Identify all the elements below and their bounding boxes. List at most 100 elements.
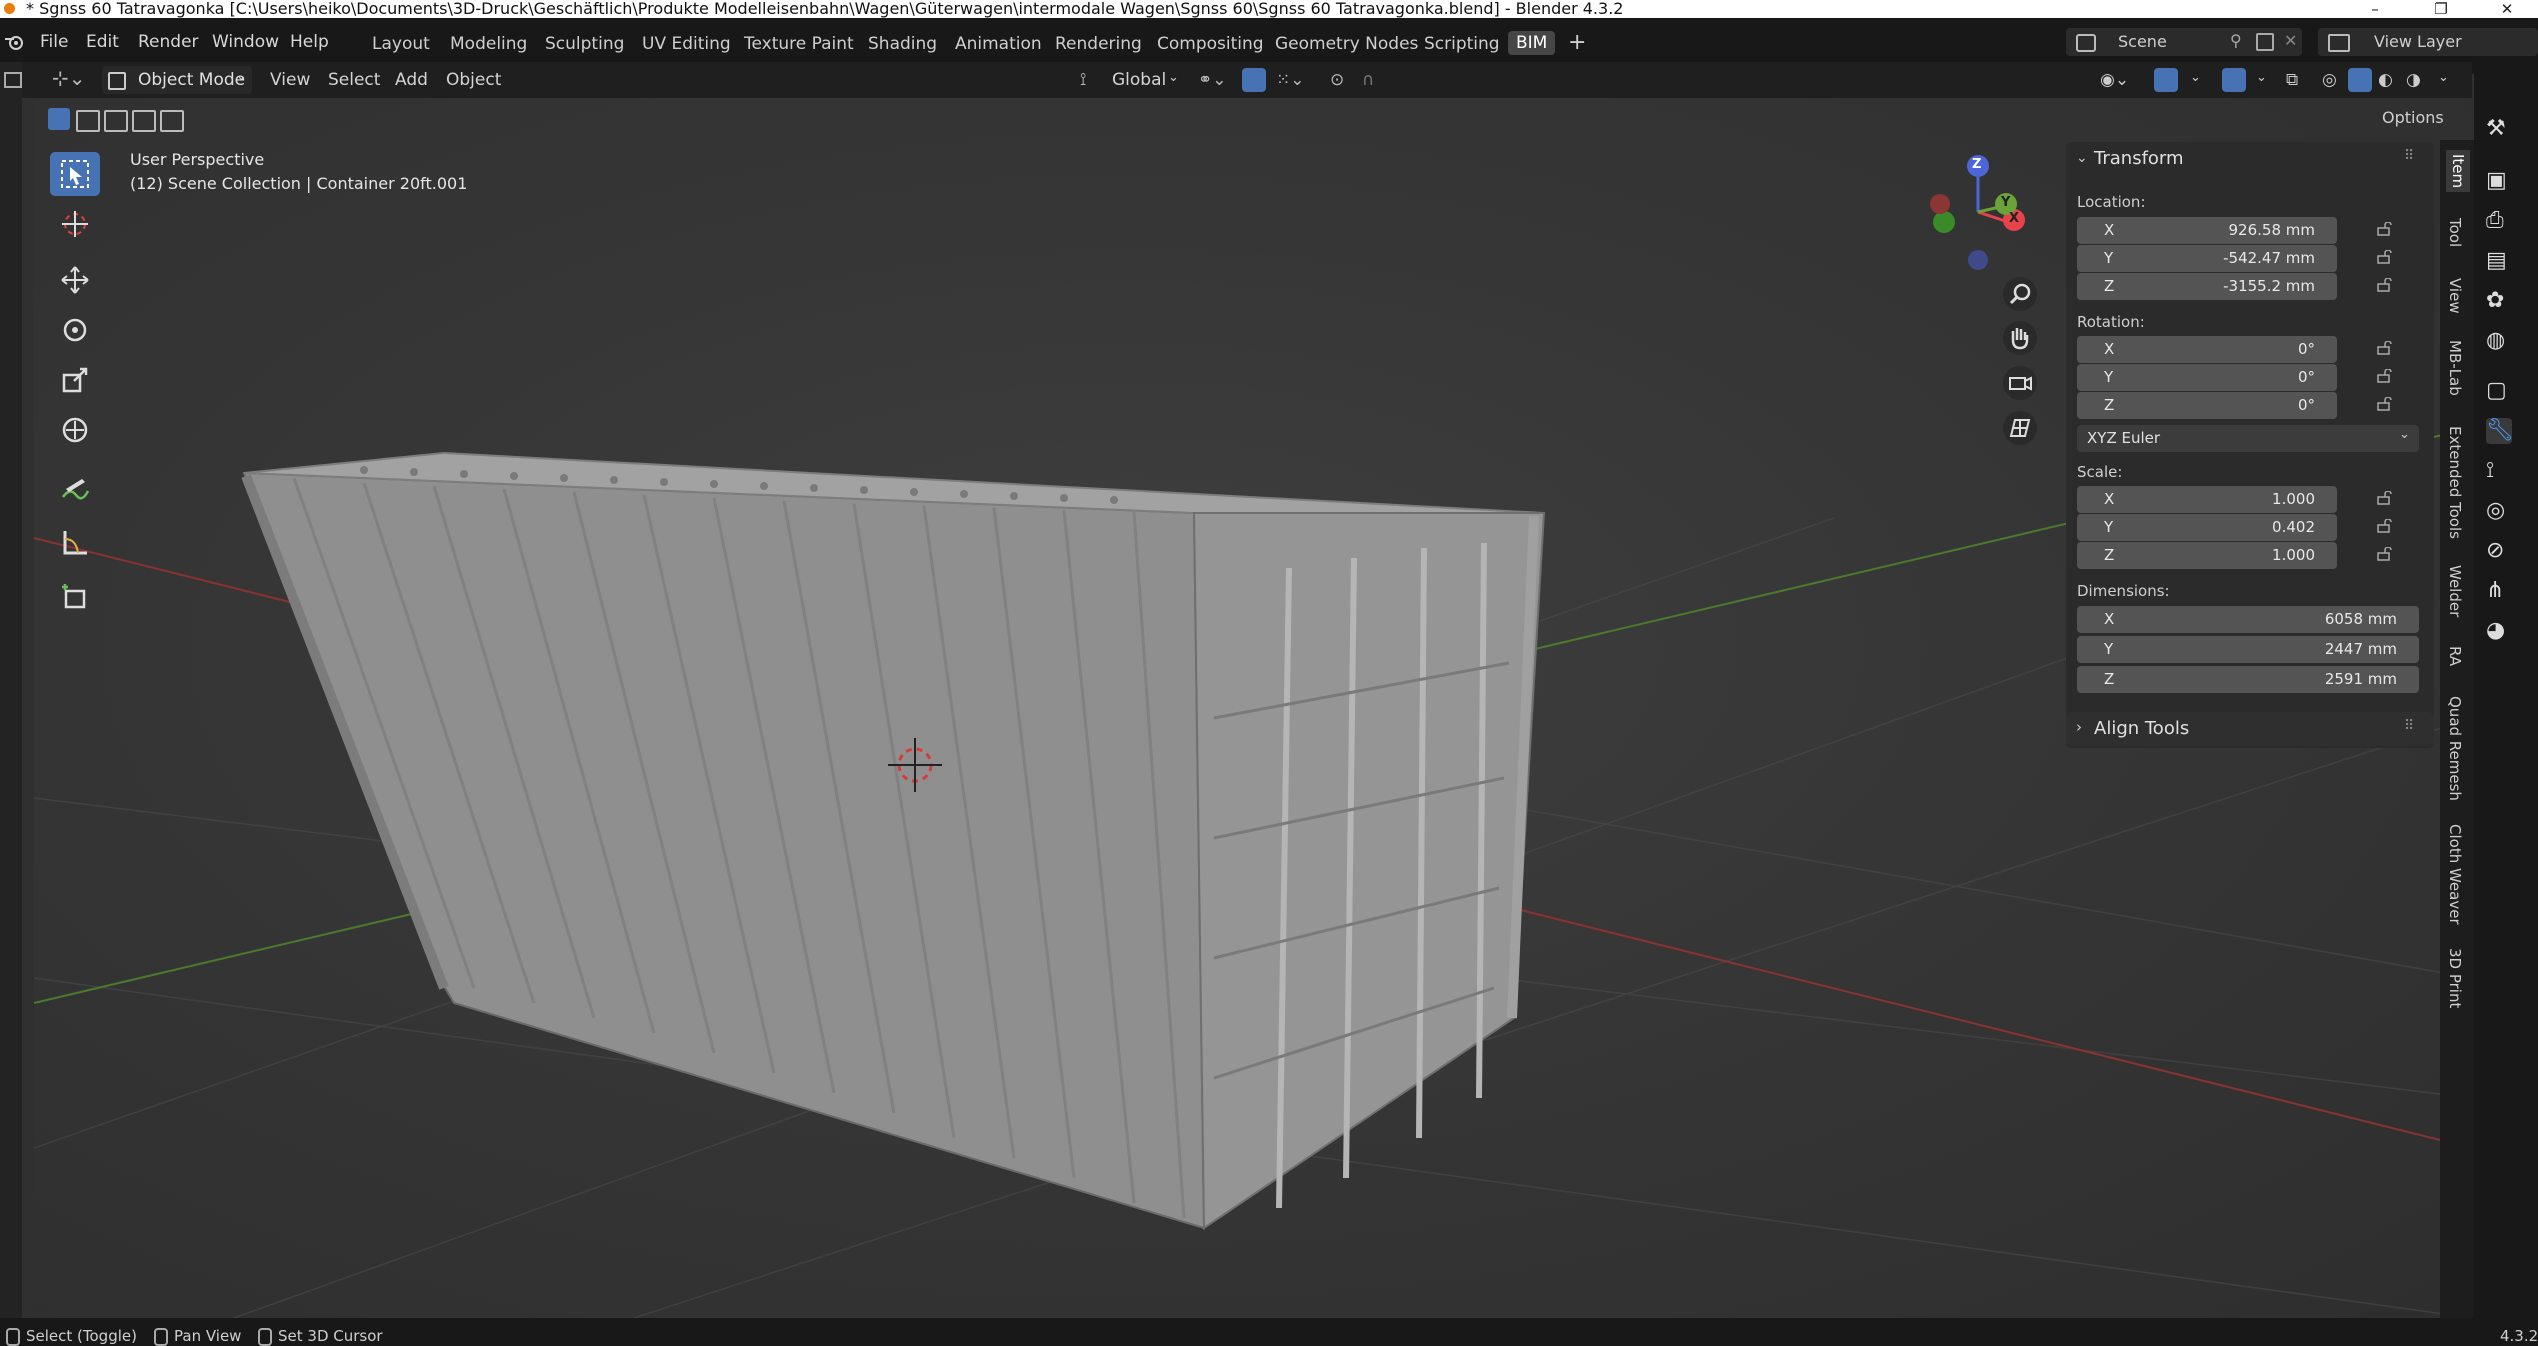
scale-z-field[interactable]: Z 1.000: [2077, 542, 2337, 569]
data-properties-icon[interactable]: ⋔: [2486, 578, 2512, 604]
rendered-shading-icon[interactable]: ◑: [2406, 70, 2421, 90]
move-tool[interactable]: [50, 258, 100, 302]
tab-3d-print[interactable]: 3D Print: [2446, 948, 2464, 1008]
snap-icon[interactable]: [1242, 68, 1266, 92]
lock-icon[interactable]: [2376, 547, 2394, 561]
menu-select[interactable]: Select: [328, 70, 380, 90]
object-properties-icon[interactable]: ▢: [2486, 378, 2512, 404]
add-workspace-button[interactable]: +: [1568, 30, 1586, 55]
select-invert-icon[interactable]: [132, 110, 156, 132]
ortho-toggle-button[interactable]: [2000, 408, 2040, 448]
lock-icon[interactable]: [2376, 397, 2394, 411]
minimize-button[interactable]: –: [2352, 0, 2398, 18]
material-shading-icon[interactable]: ◐: [2378, 70, 2393, 90]
material-properties-icon[interactable]: ◕: [2486, 618, 2512, 644]
transform-panel-title[interactable]: Transform: [2094, 148, 2184, 169]
transform-tool[interactable]: [50, 408, 100, 452]
tab-modeling[interactable]: Modeling: [450, 34, 527, 54]
lock-icon[interactable]: [2376, 519, 2394, 533]
lock-icon[interactable]: [2376, 341, 2394, 355]
lock-icon[interactable]: [2376, 250, 2394, 264]
add-cube-tool[interactable]: [50, 574, 100, 618]
scene-properties-icon[interactable]: ✿: [2486, 288, 2512, 314]
tab-layout[interactable]: Layout: [372, 34, 430, 54]
menu-edit[interactable]: Edit: [86, 32, 119, 52]
tab-ra[interactable]: RA: [2446, 646, 2464, 666]
proportional-edit-icon[interactable]: ⊙: [1330, 70, 1344, 90]
dimensions-y-field[interactable]: Y 2447 mm: [2077, 636, 2419, 663]
measure-tool[interactable]: [50, 520, 100, 564]
constraints-properties-icon[interactable]: ⊘: [2486, 538, 2512, 564]
xray-icon[interactable]: ⧉: [2286, 70, 2298, 90]
location-x-field[interactable]: X 926.58 mm: [2077, 217, 2337, 244]
menu-object[interactable]: Object: [446, 70, 501, 90]
select-extend-icon[interactable]: [76, 110, 100, 132]
tab-compositing[interactable]: Compositing: [1157, 34, 1264, 54]
view-layer-properties-icon[interactable]: ▤: [2486, 248, 2512, 274]
particles-properties-icon[interactable]: ⟟: [2486, 458, 2512, 484]
new-scene-icon[interactable]: [2256, 33, 2274, 51]
overlay-toggle-icon[interactable]: [2222, 68, 2246, 92]
falloff-icon[interactable]: ∩: [1362, 70, 1374, 90]
menu-add[interactable]: Add: [395, 70, 428, 90]
select-box-tool[interactable]: [50, 152, 100, 196]
align-tools-panel[interactable]: › Align Tools ⠿: [2066, 712, 2434, 746]
tab-tool[interactable]: Tool: [2446, 218, 2464, 247]
scale-x-field[interactable]: X 1.000: [2077, 486, 2337, 513]
chevron-down-icon[interactable]: ⌄: [2438, 70, 2449, 85]
tab-extended-tools[interactable]: Extended Tools: [2446, 426, 2464, 539]
modifier-properties-icon[interactable]: 🔧︎: [2486, 418, 2514, 444]
physics-properties-icon[interactable]: ◎: [2486, 498, 2512, 524]
tab-view[interactable]: View: [2446, 278, 2464, 314]
tab-scripting[interactable]: Scripting: [1424, 34, 1500, 54]
select-subtract-icon[interactable]: [104, 110, 128, 132]
pan-button[interactable]: [2000, 318, 2040, 358]
options-button[interactable]: Options: [2382, 108, 2444, 127]
pivot-icon[interactable]: ⚭⌄: [1198, 70, 1227, 90]
render-properties-icon[interactable]: ▣: [2486, 168, 2512, 194]
drag-handle-icon[interactable]: ⠿: [2404, 718, 2414, 734]
tab-sculpting[interactable]: Sculpting: [545, 34, 624, 54]
chevron-down-icon[interactable]: ⌄: [2190, 70, 2201, 85]
snap-target-icon[interactable]: ⁙⌄: [1276, 70, 1305, 90]
tab-animation[interactable]: Animation: [955, 34, 1042, 54]
lock-icon[interactable]: [2376, 278, 2394, 292]
tab-welder[interactable]: Welder: [2446, 565, 2464, 617]
tab-cloth-weaver[interactable]: Cloth Weaver: [2446, 824, 2464, 925]
drag-handle-icon[interactable]: ⠿: [2404, 148, 2414, 164]
rotation-x-field[interactable]: X 0°: [2077, 336, 2337, 363]
orientation-selector[interactable]: Global: [1112, 70, 1166, 90]
tool-properties-icon[interactable]: ⚒: [2486, 116, 2512, 142]
rotation-mode-select[interactable]: XYZ Euler ⌄: [2077, 425, 2419, 452]
cursor-tool[interactable]: [50, 202, 100, 246]
lock-icon[interactable]: [2376, 222, 2394, 236]
pin-icon[interactable]: ⚲: [2230, 31, 2242, 50]
scale-y-field[interactable]: Y 0.402: [2077, 514, 2337, 541]
editor-type-button[interactable]: ⊹⌄: [52, 66, 86, 90]
tab-rendering[interactable]: Rendering: [1055, 34, 1142, 54]
rotation-y-field[interactable]: Y 0°: [2077, 364, 2337, 391]
remove-scene-icon[interactable]: ✕: [2284, 31, 2297, 50]
lock-icon[interactable]: [2376, 369, 2394, 383]
dimensions-x-field[interactable]: X 6058 mm: [2077, 606, 2419, 633]
location-y-field[interactable]: Y -542.47 mm: [2077, 245, 2337, 272]
tab-bim[interactable]: BIM: [1508, 31, 1556, 55]
wireframe-shading-icon[interactable]: ◎: [2322, 70, 2337, 90]
rotate-tool[interactable]: [50, 308, 100, 352]
select-intersect-icon[interactable]: [160, 110, 184, 132]
scene-selector[interactable]: Scene ⚲ ✕: [2066, 28, 2302, 56]
chevron-down-icon[interactable]: ⌄: [2076, 150, 2088, 166]
visibility-icon[interactable]: ◉⌄: [2100, 70, 2129, 90]
rotation-z-field[interactable]: Z 0°: [2077, 392, 2337, 419]
tab-uv-editing[interactable]: UV Editing: [642, 34, 731, 54]
annotate-tool[interactable]: [50, 470, 100, 514]
editor-type-icon[interactable]: [4, 72, 22, 88]
output-properties-icon[interactable]: ⎙: [2486, 208, 2512, 234]
world-properties-icon[interactable]: ◍: [2486, 328, 2512, 354]
gizmo-toggle-icon[interactable]: [2154, 68, 2178, 92]
menu-view[interactable]: View: [270, 70, 310, 90]
lock-icon[interactable]: [2376, 491, 2394, 505]
location-z-field[interactable]: Z -3155.2 mm: [2077, 273, 2337, 300]
select-new-icon[interactable]: [48, 108, 70, 130]
menu-render[interactable]: Render: [138, 32, 199, 52]
